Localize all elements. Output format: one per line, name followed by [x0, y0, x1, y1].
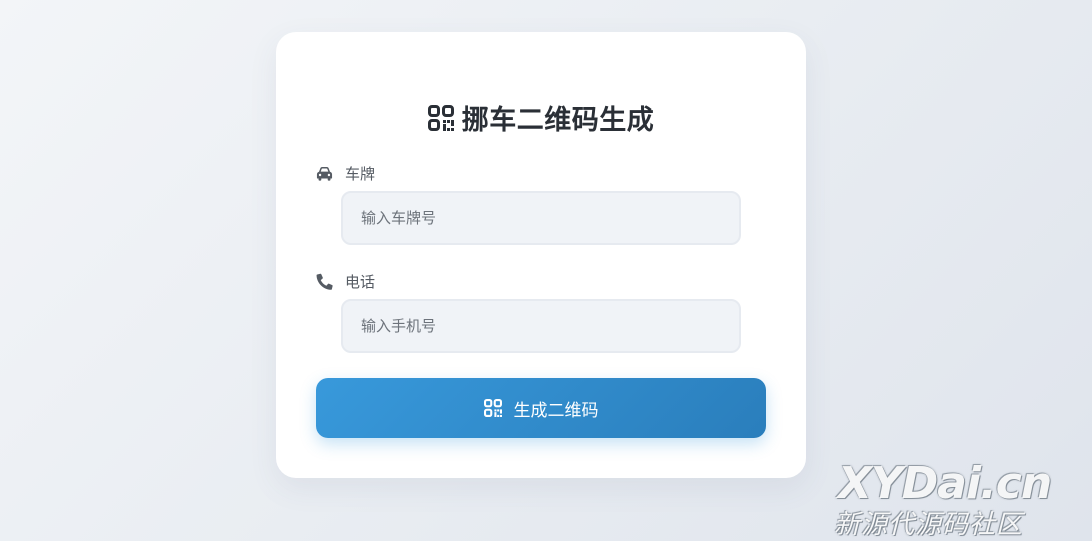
car-icon	[316, 166, 333, 181]
phone-label-text: 电话	[345, 273, 376, 291]
generate-qrcode-button[interactable]: 生成二维码	[316, 378, 766, 438]
qrcode-icon	[483, 399, 502, 417]
watermark-domain: XYDai.cn	[838, 458, 1052, 509]
phone-icon	[316, 273, 333, 290]
qrcode-icon	[427, 104, 454, 131]
plate-label-text: 车牌	[345, 165, 376, 183]
plate-label: 车牌	[316, 163, 375, 184]
site-watermark: XYDai.cn 新源代源码社区	[832, 456, 1082, 540]
page-title: 挪车二维码生成	[461, 105, 655, 136]
form-header: 挪车二维码生成	[276, 98, 806, 137]
phone-number-input[interactable]	[341, 299, 741, 353]
watermark-caption: 新源代源码社区	[834, 510, 1024, 540]
plate-number-input[interactable]	[341, 191, 741, 245]
qr-form-card: 挪车二维码生成 车牌 电话 生成二维码	[276, 32, 806, 478]
generate-button-label: 生成二维码	[513, 400, 599, 421]
phone-label: 电话	[316, 271, 375, 292]
